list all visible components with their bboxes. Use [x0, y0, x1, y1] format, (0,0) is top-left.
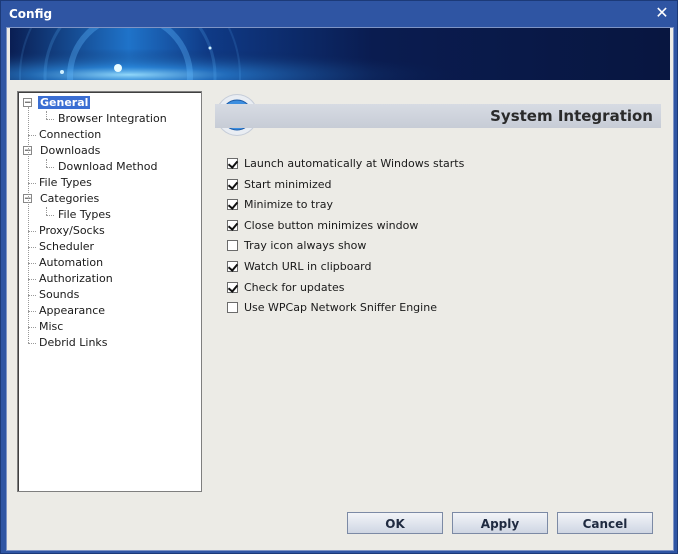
tree-item[interactable]: File Types: [37, 175, 94, 190]
checkbox[interactable]: [227, 219, 238, 231]
tree-guide-line: [28, 107, 29, 343]
apply-button[interactable]: Apply: [452, 512, 548, 534]
header-banner: [10, 28, 670, 80]
option-row[interactable]: Watch URL in clipboard: [227, 259, 464, 280]
tree-item[interactable]: General: [38, 95, 91, 110]
option-row[interactable]: Start minimized: [227, 177, 464, 198]
tree-connector: [28, 183, 36, 184]
checkbox[interactable]: [227, 178, 238, 190]
tree-item[interactable]: File Types: [56, 207, 113, 222]
settings-tree[interactable]: General − Browser Integration Connection Dow…: [17, 91, 202, 492]
tree-connector: [28, 247, 36, 248]
tree-item-label: Connection: [39, 128, 102, 141]
options-list: Launch automatically at Windows starts St…: [227, 156, 464, 321]
cancel-button[interactable]: Cancel: [557, 512, 653, 534]
option-label: Watch URL in clipboard: [244, 259, 372, 273]
tree-connector: [28, 343, 36, 344]
tree-connector: [28, 135, 36, 136]
tree-connector: [46, 215, 54, 216]
option-label: Launch automatically at Windows starts: [244, 157, 465, 170]
tree-connector: [28, 295, 36, 296]
tree-item[interactable]: Browser Integration: [56, 111, 169, 126]
ok-button[interactable]: OK: [347, 512, 443, 534]
tree-item[interactable]: Misc: [37, 319, 65, 334]
option-row[interactable]: Minimize to tray: [227, 197, 464, 218]
option-label: Tray icon always show: [244, 239, 367, 253]
tree-item-label: File Types: [58, 208, 111, 221]
tree-connector: [46, 167, 54, 168]
client-area: General − Browser Integration Connection Dow…: [6, 27, 674, 551]
tree-item-label: Automation: [39, 256, 104, 269]
tree-item-label: File Types: [39, 176, 92, 189]
tree-item-label: Scheduler: [39, 240, 95, 253]
tree-item-label: Authorization: [39, 272, 113, 285]
tree-guide-line: [46, 159, 47, 167]
tree-item[interactable]: Scheduler: [37, 239, 96, 254]
option-row[interactable]: Launch automatically at Windows starts: [227, 156, 464, 177]
option-label: Start minimized: [244, 177, 332, 191]
tree-item[interactable]: Authorization: [37, 271, 115, 286]
checkbox[interactable]: [227, 199, 238, 211]
checkbox[interactable]: [227, 240, 238, 252]
tree-item[interactable]: Downloads: [38, 143, 102, 158]
checkbox[interactable]: [227, 260, 238, 272]
tree-item-label: Downloads: [40, 144, 101, 157]
tree-connector: [28, 263, 36, 264]
tree-guide-line: [46, 111, 47, 119]
option-row[interactable]: Tray icon always show: [227, 238, 464, 259]
tree-item-label: Sounds: [39, 288, 80, 301]
tree-item[interactable]: Debrid Links: [37, 335, 110, 350]
section-header: System Integration: [215, 104, 661, 128]
checkbox[interactable]: [227, 281, 238, 293]
tree-item-label: Appearance: [39, 304, 106, 317]
tree-item-label: Misc: [39, 320, 64, 333]
config-window: Config ✕ General − Browser Integration C…: [0, 0, 678, 554]
tree-item-label: Debrid Links: [39, 336, 108, 349]
tree-item-label: Categories: [40, 192, 100, 205]
title-bar[interactable]: Config ✕: [1, 1, 677, 27]
tree-item[interactable]: Appearance: [37, 303, 107, 318]
option-label: Use WPCap Network Sniffer Engine: [244, 301, 437, 315]
tree-item-label: General: [38, 96, 91, 109]
tree-item[interactable]: Automation: [37, 255, 105, 270]
tree-item[interactable]: Categories: [38, 191, 101, 206]
checkbox[interactable]: [227, 158, 238, 169]
tree-item-label: Proxy/Socks: [39, 224, 105, 237]
option-row[interactable]: Check for updates: [227, 280, 464, 301]
tree-connector: [28, 231, 36, 232]
tree-connector: [46, 119, 54, 120]
option-label: Minimize to tray: [244, 198, 334, 212]
tree-item[interactable]: Sounds: [37, 287, 81, 302]
option-row[interactable]: Use WPCap Network Sniffer Engine: [227, 300, 464, 321]
option-label: Check for updates: [244, 280, 345, 294]
tree-connector: [28, 327, 36, 328]
tree-item[interactable]: Proxy/Socks: [37, 223, 107, 238]
section-title: System Integration: [490, 107, 653, 125]
tree-connector: [28, 311, 36, 312]
tree-item-label: Browser Integration: [58, 112, 167, 125]
tree-connector: [28, 279, 36, 280]
tree-item-label: Download Method: [58, 160, 158, 173]
tree-item[interactable]: Connection: [37, 127, 103, 142]
close-icon[interactable]: ✕: [653, 4, 671, 22]
option-row[interactable]: Close button minimizes window: [227, 218, 464, 239]
checkbox[interactable]: [227, 302, 238, 314]
banner-graphic: [10, 28, 670, 80]
window-title: Config: [9, 7, 53, 21]
tree-guide-line: [46, 207, 47, 215]
tree-item[interactable]: Download Method: [56, 159, 159, 174]
collapse-icon[interactable]: −: [23, 98, 32, 108]
option-label: Close button minimizes window: [244, 218, 419, 232]
